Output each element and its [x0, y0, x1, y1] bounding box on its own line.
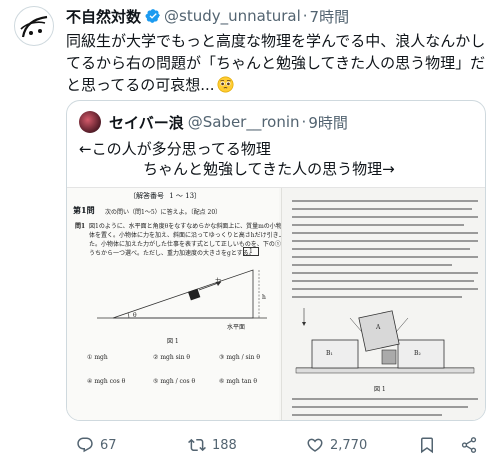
tweet-time[interactable]: 7時間 [310, 6, 350, 27]
retweet-icon [188, 438, 206, 452]
option-3-num: ③ [219, 354, 225, 361]
quoted-image-attachment[interactable]: 〔解答番号 1 〜 13〕 第1問 次の問い（問1〜5）に答えよ。〔配点 20〕… [67, 187, 485, 420]
reply-icon [77, 437, 93, 453]
quoted-author-name: セイバー浪 [109, 113, 184, 132]
tweet-text: 同級生が大学でもっと高度な物理を学んでる中、浪人なんかし てるから右の問題が「ち… [66, 30, 486, 99]
option-5-text: mgh / cos θ [160, 378, 196, 385]
author-handle[interactable]: @study_unnatural [164, 7, 301, 25]
bookmark-button[interactable] [418, 436, 442, 454]
quoted-tweet[interactable]: セイバー浪 @Saber__ronin · 9時間 ←この人が多分思ってる物理 … [66, 100, 486, 421]
right-figure-label: 図 1 [374, 386, 386, 393]
text-line [292, 232, 478, 234]
text-line [292, 248, 470, 250]
text-line [292, 272, 478, 274]
option-1-text: mgh [94, 354, 108, 361]
text-line [292, 240, 478, 242]
heart-icon [307, 438, 323, 452]
force-label: 力 [215, 278, 222, 285]
option-4: ④ mgh cos θ [87, 378, 125, 385]
tweet-actions: 67 188 2,770 [56, 430, 500, 462]
block-label-b2: B₂ [414, 350, 421, 357]
text-line [292, 414, 442, 416]
text-line [292, 280, 474, 282]
pleading-face-emoji-icon [217, 76, 234, 99]
answer-range: 1 〜 13〕 [169, 192, 202, 200]
option-1: ① mgh [87, 354, 108, 361]
answer-header: 〔解答番号 1 〜 13〕 [129, 191, 201, 201]
option-1-num: ① [87, 354, 93, 361]
blocks-figure [295, 308, 475, 374]
text-line [292, 398, 478, 400]
answer-box: 1 [243, 247, 259, 256]
question-title: 第1問 [73, 205, 95, 215]
verified-badge-icon [145, 8, 161, 24]
quoted-tweet-header: セイバー浪 @Saber__ronin · 9時間 [109, 111, 348, 133]
option-5: ⑤ mgh / cos θ [153, 378, 195, 385]
text-line [292, 208, 472, 210]
reply-button[interactable]: 67 [76, 436, 117, 454]
angle-label: θ [133, 312, 137, 319]
text-line [292, 296, 462, 298]
question-subtitle: 次の問い（問1〜5）に答えよ。〔配点 20〕 [105, 209, 222, 216]
reply-count: 67 [100, 437, 117, 453]
tweet-text-line-1: 同級生が大学でもっと高度な物理を学んでる中、浪人なんかし [66, 32, 486, 50]
question-body-1: 図1のように、水平面と角度θをなすなめらかな斜面上に、質量mの小物 [89, 223, 282, 230]
option-2: ② mgh sin θ [153, 354, 190, 361]
separator-dot: · [301, 113, 307, 131]
answer-header-label: 〔解答番号 [129, 192, 164, 200]
retweet-count: 188 [212, 437, 237, 453]
text-line [292, 224, 464, 226]
like-button[interactable]: 2,770 [306, 436, 367, 454]
option-6: ⑥ mgh tan θ [219, 378, 257, 385]
author-avatar[interactable] [14, 6, 54, 46]
text-line [292, 200, 478, 202]
quoted-text-line-2: ちゃんと勉強してきた人の思う物理→ [143, 160, 395, 178]
block-label-a: A [376, 324, 381, 331]
share-icon [461, 437, 477, 453]
retweet-button[interactable]: 188 [188, 436, 237, 454]
text-line [292, 264, 452, 266]
question-body-2: 体を置く。小物体に力を加え、斜面に沿ってゆっくりと高さhだけ引き上げ [89, 232, 291, 239]
tweet: 不自然対数 @study_unnatural · 7時間 同級生が大学でもっと高… [0, 0, 500, 468]
incline-figure [97, 269, 267, 319]
author-name[interactable]: 不自然対数 [66, 6, 141, 27]
option-6-num: ⑥ [219, 378, 225, 385]
tweet-header: 不自然対数 @study_unnatural · 7時間 [66, 6, 349, 26]
floor-label: 水平面 [227, 324, 246, 331]
quoted-text-line-1: ←この人が多分思ってる物理 [79, 140, 271, 158]
like-count: 2,770 [330, 437, 368, 453]
height-label: h [262, 294, 266, 301]
share-button[interactable] [460, 436, 484, 454]
separator-dot: · [302, 7, 308, 25]
option-5-num: ⑤ [153, 378, 159, 385]
text-line [292, 256, 478, 258]
exam-page-left: 〔解答番号 1 〜 13〕 第1問 次の問い（問1〜5）に答えよ。〔配点 20〕… [67, 188, 299, 420]
option-2-text: mgh sin θ [160, 354, 190, 361]
block-label-b1: B₁ [326, 350, 333, 357]
tweet-text-line-2: てるから右の問題が「ちゃんと勉強してきた人の思う物理」だ [66, 54, 486, 72]
bookmark-icon [421, 437, 433, 454]
exam-page-right: B₁ A B₂ 図 1 [281, 188, 485, 420]
quoted-tweet-time: 9時間 [308, 113, 348, 132]
option-3: ③ mgh / sin θ [219, 354, 260, 361]
quoted-tweet-text: ←この人が多分思ってる物理 ちゃんと勉強してきた人の思う物理→ [79, 139, 479, 179]
option-4-num: ④ [87, 378, 93, 385]
text-line [292, 288, 478, 290]
quoted-author-handle: @Saber__ronin [187, 113, 300, 131]
option-3-text: mgh / sin θ [226, 354, 260, 361]
tweet-text-line-3: と思ってるの可哀想... [66, 76, 215, 94]
figure-label: 図 1 [167, 338, 179, 345]
question-label: 問1 [75, 223, 86, 230]
option-4-text: mgh cos θ [94, 378, 126, 385]
option-2-num: ② [153, 354, 159, 361]
option-6-text: mgh tan θ [226, 378, 257, 385]
question-body-3: た。小物体に加えた力がした仕事を表す式として正しいものを、下の①〜⑥の [89, 241, 299, 248]
text-line [292, 406, 468, 408]
text-line [292, 216, 478, 218]
quoted-author-avatar[interactable] [79, 111, 101, 133]
